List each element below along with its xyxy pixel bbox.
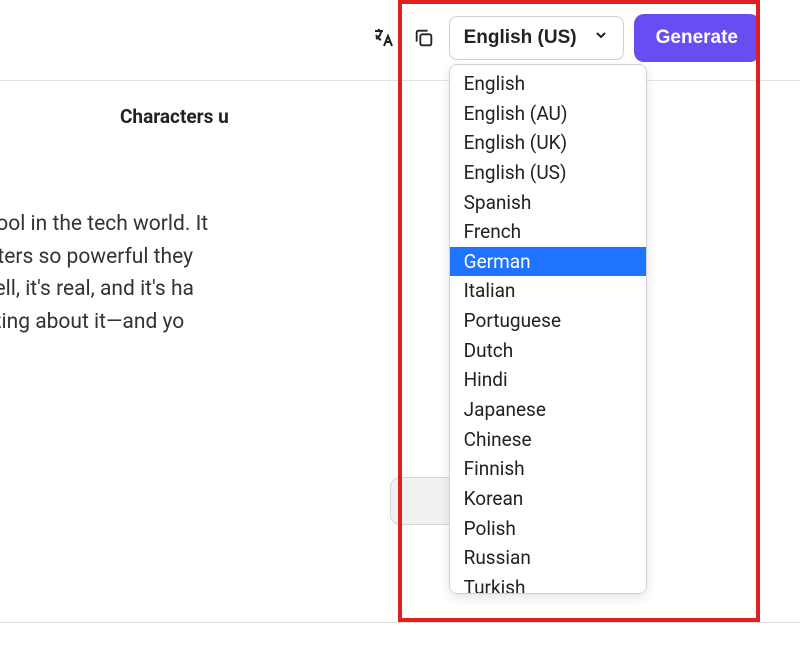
language-option[interactable]: German [450,247,646,277]
language-option[interactable]: English (UK) [450,128,646,158]
language-option[interactable]: English (AU) [450,99,646,129]
language-option[interactable]: Japanese [450,395,646,425]
language-dropdown[interactable]: EnglishEnglish (AU)English (UK)English (… [449,64,647,594]
language-option[interactable]: Russian [450,543,646,573]
characters-row: Characters u [0,81,800,158]
language-option[interactable]: English [450,69,646,99]
language-option[interactable]: Hindi [450,365,646,395]
translate-icon[interactable] [367,22,399,54]
generate-button[interactable]: Generate [634,14,760,62]
language-option[interactable]: Italian [450,276,646,306]
language-option[interactable]: Turkish [450,573,646,594]
language-option[interactable]: Dutch [450,336,646,366]
copy-icon[interactable] [409,23,439,53]
language-option[interactable]: Portuguese [450,306,646,336]
bottom-divider [0,622,800,623]
language-option[interactable]: Chinese [450,425,646,455]
language-option[interactable]: Finnish [450,454,646,484]
top-toolbar: English (US) EnglishEnglish (AU)English … [0,0,800,80]
language-selected-label: English (US) [464,27,577,49]
language-option[interactable]: French [450,217,646,247]
language-option[interactable]: English (US) [450,158,646,188]
language-option[interactable]: Spanish [450,188,646,218]
language-option[interactable]: Korean [450,484,646,514]
language-option[interactable]: Polish [450,514,646,544]
language-select: English (US) EnglishEnglish (AU)English … [449,16,624,60]
chevron-down-icon [593,27,609,49]
characters-used-label: Characters u [120,105,229,128]
language-select-trigger[interactable]: English (US) [449,16,624,60]
